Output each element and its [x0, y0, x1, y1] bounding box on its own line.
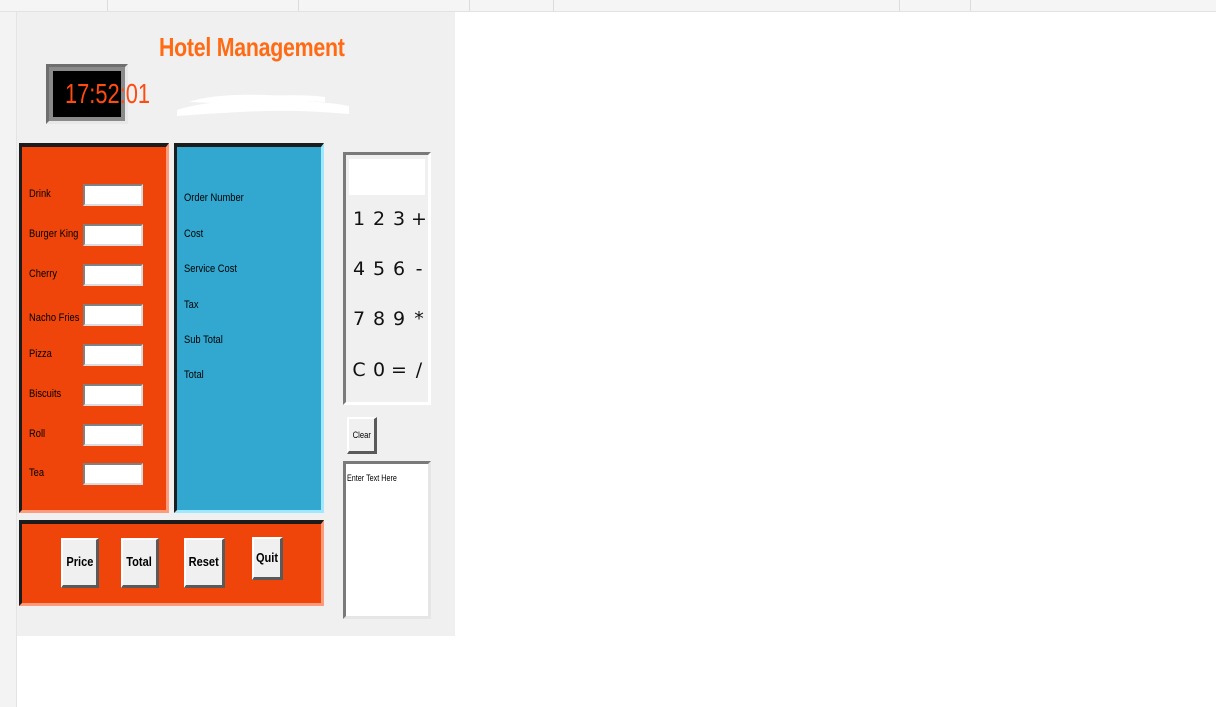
menu-item-tea: Tea: [29, 463, 169, 487]
price-button-label: Price: [65, 554, 94, 569]
calc-key-8[interactable]: 8: [369, 304, 389, 334]
calc-key-3[interactable]: 3: [389, 204, 409, 234]
clock-display: 17:52:01: [53, 71, 150, 117]
toolbar-divider: [107, 0, 108, 11]
menu-items-panel: Drink Burger King Cherry Nacho Fries Piz…: [19, 143, 169, 513]
app-title: Hotel Management: [159, 32, 345, 62]
toolbar-divider: [469, 0, 470, 11]
calculator-display: [349, 159, 425, 195]
burger-king-quantity-field[interactable]: [83, 224, 143, 246]
clock-frame: 17:52:01: [46, 64, 150, 124]
menu-item-pizza: Pizza: [29, 344, 169, 368]
total-button-label: Total: [126, 554, 153, 569]
biscuits-quantity-field[interactable]: [83, 384, 143, 406]
calc-key-2[interactable]: 2: [369, 204, 389, 234]
menu-item-roll: Roll: [29, 424, 169, 448]
menu-item-nacho-fries: Nacho Fries: [29, 304, 169, 328]
menu-item-cherry: Cherry: [29, 264, 169, 288]
menu-item-label: Nacho Fries: [29, 312, 80, 324]
toolbar-divider: [970, 0, 971, 11]
menu-item-label: Burger King: [29, 228, 79, 240]
total-label: Total: [184, 369, 204, 381]
calc-key-divide[interactable]: /: [409, 355, 429, 385]
calculator: 1 2 3 + 4 5 6 - 7 8 9 * C 0 = /: [343, 152, 431, 405]
notes-textarea[interactable]: Enter Text Here: [343, 461, 431, 619]
menu-item-label: Cherry: [29, 268, 58, 280]
notes-text: Enter Text Here: [347, 473, 397, 483]
calc-key-minus[interactable]: -: [409, 254, 429, 284]
calc-key-6[interactable]: 6: [389, 254, 409, 284]
clear-button[interactable]: Clear: [347, 417, 377, 454]
tea-quantity-field[interactable]: [83, 463, 143, 485]
cost-summary-panel: Order Number Cost Service Cost Tax Sub T…: [174, 143, 324, 513]
pizza-quantity-field[interactable]: [83, 344, 143, 366]
clock-time: 17:52:01: [64, 78, 151, 109]
clear-button-label: Clear: [352, 430, 371, 440]
toolbar-divider: [553, 0, 554, 11]
nacho-fries-quantity-field[interactable]: [83, 304, 143, 326]
calc-key-5[interactable]: 5: [369, 254, 389, 284]
toolbar-divider: [298, 0, 299, 11]
total-button[interactable]: Total: [121, 538, 159, 588]
hotel-management-window: Hotel Management 17:52:01 Drink Burger K…: [17, 12, 455, 636]
quit-button[interactable]: Quit: [252, 537, 283, 580]
menu-item-label: Biscuits: [29, 388, 62, 400]
calc-key-clear[interactable]: C: [349, 355, 369, 385]
price-button[interactable]: Price: [61, 538, 99, 588]
menu-item-label: Drink: [29, 188, 51, 200]
drink-quantity-field[interactable]: [83, 184, 143, 206]
menu-item-burger-king: Burger King: [29, 224, 169, 248]
menu-item-drink: Drink: [29, 184, 169, 208]
menu-item-biscuits: Biscuits: [29, 384, 169, 408]
calc-key-7[interactable]: 7: [349, 304, 369, 334]
action-buttons-panel: Price Total Reset Quit: [19, 520, 324, 606]
sub-total-label: Sub Total: [184, 334, 223, 346]
tax-label: Tax: [184, 299, 199, 311]
calc-key-0[interactable]: 0: [369, 355, 389, 385]
top-toolbar-strip: [0, 0, 1216, 12]
roll-quantity-field[interactable]: [83, 424, 143, 446]
cost-label: Cost: [184, 228, 204, 240]
toolbar-divider: [899, 0, 900, 11]
calc-key-plus[interactable]: +: [409, 204, 429, 234]
menu-item-label: Tea: [29, 467, 45, 479]
service-cost-label: Service Cost: [184, 263, 238, 275]
left-window-strip: [0, 12, 17, 707]
redaction-scribble: [177, 94, 349, 116]
quit-button-label: Quit: [255, 550, 279, 565]
order-number-label: Order Number: [184, 192, 244, 204]
reset-button-label: Reset: [188, 554, 220, 569]
menu-item-label: Pizza: [29, 348, 52, 360]
reset-button[interactable]: Reset: [184, 538, 225, 588]
calc-key-4[interactable]: 4: [349, 254, 369, 284]
calc-key-equals[interactable]: =: [389, 355, 409, 385]
calc-key-9[interactable]: 9: [389, 304, 409, 334]
calc-key-multiply[interactable]: *: [409, 304, 429, 334]
cherry-quantity-field[interactable]: [83, 264, 143, 286]
calc-key-1[interactable]: 1: [349, 204, 369, 234]
menu-item-label: Roll: [29, 428, 46, 440]
